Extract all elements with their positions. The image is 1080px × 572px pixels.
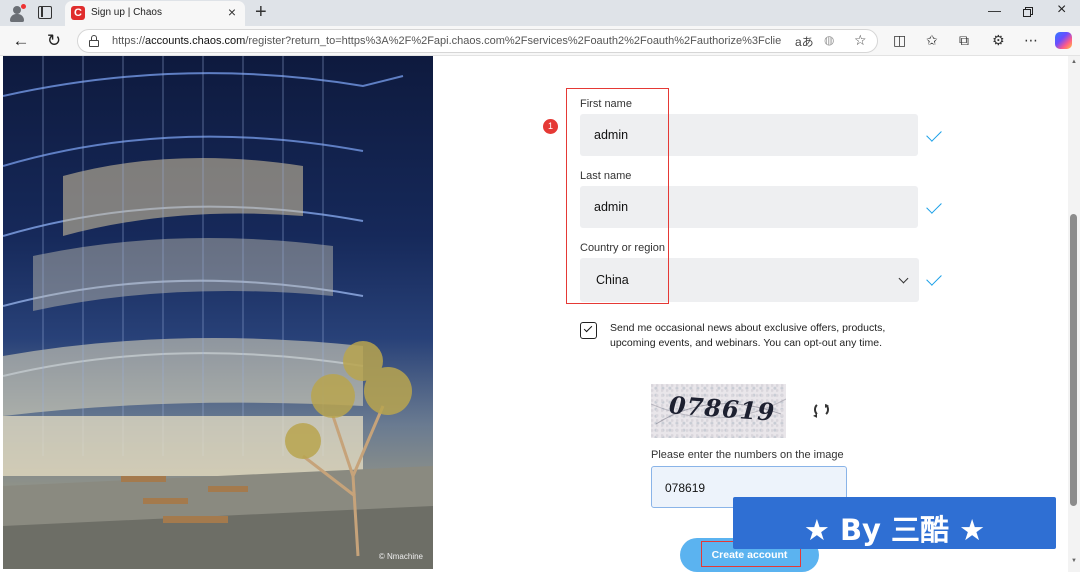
address-bar[interactable]: https://accounts.chaos.com/register?retu… [77, 29, 878, 53]
captcha-image: 078619 [651, 384, 786, 438]
restore-button[interactable] [1023, 5, 1033, 20]
tab-title: Sign up | Chaos [91, 7, 162, 18]
annotation-highlight-box [566, 88, 669, 304]
building-illustration [3, 56, 433, 569]
extensions-icon[interactable]: ⚙ [992, 32, 1005, 49]
chaos-favicon-icon: C [71, 6, 85, 20]
chevron-down-icon [898, 273, 909, 284]
split-screen-icon[interactable]: ◫ [893, 32, 906, 49]
copilot-icon[interactable] [1055, 32, 1072, 49]
watermark-text: ★ By 三酷 ★ [803, 513, 986, 547]
newsletter-checkbox[interactable] [580, 322, 597, 339]
photo-credit: © Nmachine [378, 552, 423, 561]
page-scrollbar[interactable]: ▲ ▼ [1068, 56, 1080, 572]
country-valid-icon [926, 270, 942, 286]
collections-icon[interactable]: ⧉ [959, 32, 969, 49]
translate-icon[interactable]: ◍ [824, 33, 834, 47]
first-name-valid-icon [926, 126, 942, 142]
new-tab-button[interactable]: + [255, 1, 267, 23]
profile-icon[interactable] [8, 4, 26, 22]
close-window-button[interactable]: × [1057, 1, 1066, 19]
url-text[interactable]: https://accounts.chaos.com/register?retu… [112, 35, 782, 47]
signup-page: © Nmachine First name admin Last name ad… [0, 56, 1080, 572]
favorite-star-icon[interactable]: ☆ [854, 32, 867, 49]
watermark-banner: ★ By 三酷 ★ [733, 497, 1056, 549]
close-tab-icon[interactable]: × [228, 4, 236, 20]
more-menu-icon[interactable]: ⋯ [1024, 32, 1038, 49]
scrollbar-thumb[interactable] [1070, 214, 1077, 506]
read-aloud-icon[interactable]: aあ [795, 33, 814, 50]
newsletter-text: Send me occasional news about exclusive … [610, 322, 886, 349]
last-name-valid-icon [926, 198, 942, 214]
captcha-label: Please enter the numbers on the image [651, 449, 844, 461]
refresh-captcha-icon[interactable]: ▸ ◂ [813, 401, 831, 420]
annotation-badge: 1 [543, 119, 558, 134]
captcha-input-value: 078619 [665, 481, 706, 495]
tab-actions-icon[interactable] [38, 6, 52, 19]
back-button[interactable]: ← [10, 30, 32, 52]
hero-building-image: © Nmachine [3, 56, 433, 569]
favorites-icon[interactable]: ✩ [926, 32, 938, 49]
checkmark-icon [583, 323, 593, 333]
minimize-button[interactable]: — [988, 3, 1001, 18]
lock-icon[interactable] [89, 35, 99, 47]
tab-strip: C Sign up | Chaos × + — × [0, 0, 1080, 26]
address-toolbar: ← ↻ https://accounts.chaos.com/register?… [0, 26, 1080, 56]
reload-button[interactable]: ↻ [43, 30, 65, 52]
scroll-down-icon[interactable]: ▼ [1071, 558, 1077, 564]
tab-sign-up[interactable]: C Sign up | Chaos × [65, 1, 245, 26]
scroll-up-icon[interactable]: ▲ [1071, 59, 1077, 65]
